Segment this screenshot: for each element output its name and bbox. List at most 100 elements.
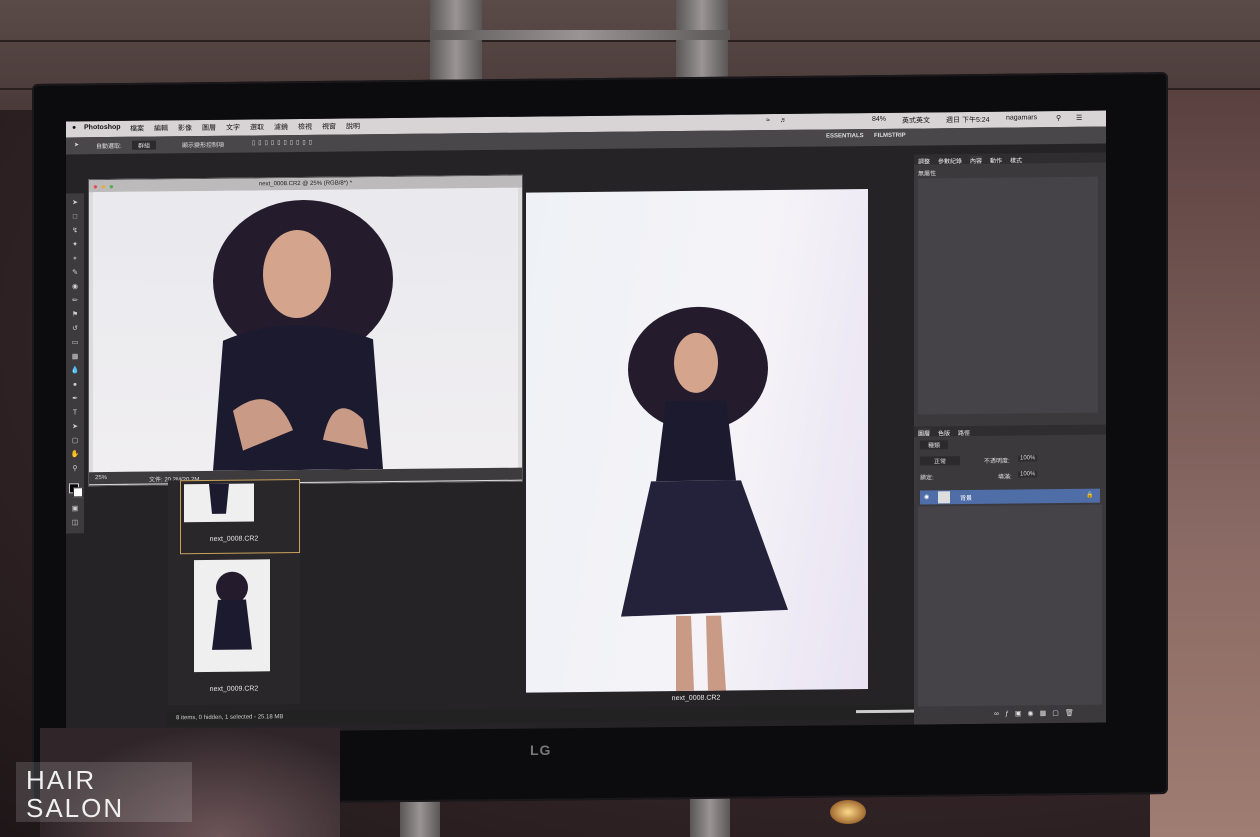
skirt (621, 480, 788, 617)
screen: ● Photoshop 檔案 編輯 影像 圖層 文字 選取 濾鏡 檢視 視窗 說… (66, 110, 1106, 734)
user-name[interactable]: nagamars (1006, 114, 1037, 121)
thumbnail-size-slider[interactable] (856, 709, 920, 714)
leg (676, 615, 694, 692)
brush-tool-icon[interactable]: ✏ (70, 297, 80, 305)
pen-tool-icon[interactable]: ✒ (70, 395, 80, 403)
clock[interactable]: 週日 下午5:24 (946, 115, 990, 125)
auto-select-dropdown[interactable]: 群組 (132, 140, 157, 150)
zoom-tool-icon[interactable]: ⚲ (70, 465, 80, 473)
eraser-icon[interactable]: ▭ (70, 339, 80, 347)
layer-actions-icons[interactable]: ∞ƒ▣◉▦▢🗑 (994, 709, 1080, 718)
clone-stamp-icon[interactable]: ⚑ (70, 311, 80, 319)
tab-styles[interactable]: 樣式 (1010, 155, 1022, 164)
truss-stand (400, 796, 440, 837)
menu-file[interactable]: 檔案 (130, 124, 144, 134)
hand-tool-icon[interactable]: ✋ (70, 451, 80, 459)
background-color[interactable] (73, 487, 83, 498)
tab-actions[interactable]: 動作 (990, 156, 1002, 165)
tab-adjustments[interactable]: 調整 (918, 156, 930, 165)
properties-tabs: 調整 參數紀錄 內容 動作 樣式 (914, 152, 1106, 166)
eye-icon[interactable]: ◉ (924, 493, 929, 500)
align-icons[interactable]: ▯▯▯▯▯▯▯▯▯▯ (252, 139, 315, 147)
tab-paths[interactable]: 路徑 (958, 428, 970, 437)
screen-mode-icon[interactable]: ◫ (70, 519, 80, 527)
layer-row-background[interactable]: ◉ 背景 🔒 (920, 488, 1100, 505)
tab-history[interactable]: 參數紀錄 (938, 156, 962, 165)
tab-properties[interactable]: 內容 (970, 155, 983, 165)
zoom-level[interactable]: 25% (95, 475, 107, 481)
eyedropper-icon[interactable]: ✎ (70, 269, 80, 277)
thumbnail-next-0009[interactable] (194, 559, 270, 673)
crop-tool-icon[interactable]: ⌖ (70, 255, 80, 263)
move-tool-icon[interactable]: ➤ (74, 141, 79, 148)
filmstrip-status-bar: 8 items, 0 hidden, 1 selected - 25.18 MB (166, 704, 926, 727)
tab-layers[interactable]: 圖層 (918, 428, 931, 438)
spotlight-icon[interactable]: ⚲ (1056, 114, 1061, 122)
menu-image[interactable]: 影像 (178, 123, 192, 133)
menu-window[interactable]: 視窗 (322, 122, 336, 132)
menu-select[interactable]: 選取 (250, 122, 264, 132)
path-select-icon[interactable]: ➤ (70, 423, 80, 431)
tools-panel: ➤ □ ↯ ✦ ⌖ ✎ ◉ ✏ ⚑ ↺ ▭ ▦ 💧 ● ✒ T ➤ ▢ ✋ ⚲ … (66, 193, 84, 534)
truss-stand (690, 796, 730, 837)
thumbnail-label: next_0008.CR2 (209, 535, 259, 543)
lasso-tool-icon[interactable]: ↯ (70, 227, 80, 235)
leg (706, 615, 726, 691)
monitor-brand: LG (530, 742, 552, 758)
close-icon[interactable]: ● (93, 182, 98, 191)
document-window: next_0008.CR2 @ 25% (RGB/8*) * ● ● ● 25%… (88, 174, 523, 487)
type-tool-icon[interactable]: T (70, 409, 80, 417)
layers-body (918, 504, 1102, 707)
menu-type[interactable]: 文字 (226, 123, 240, 133)
menu-app[interactable]: Photoshop (84, 124, 121, 131)
selection-status: 8 items, 0 hidden, 1 selected - 25.18 MB (176, 714, 284, 722)
notification-icon[interactable]: ☰ (1076, 114, 1082, 122)
menu-help[interactable]: 說明 (346, 121, 360, 131)
marquee-tool-icon[interactable]: □ (70, 213, 80, 221)
no-properties-text: 無屬性 (918, 171, 937, 178)
blur-tool-icon[interactable]: 💧 (70, 367, 80, 375)
gradient-icon[interactable]: ▦ (70, 353, 80, 361)
right-panel-dock: 調整 參數紀錄 內容 動作 樣式 無屬性 圖層 色版 路徑 種類 正常 不透明度… (914, 152, 1106, 725)
blend-mode-dropdown[interactable]: 正常 (920, 456, 961, 466)
layer-filter-dropdown[interactable]: 種類 (920, 440, 949, 450)
opacity-label: 不透明度: (984, 458, 1010, 465)
magic-wand-icon[interactable]: ✦ (70, 241, 80, 249)
preview-image[interactable] (526, 189, 868, 693)
volume-icon[interactable]: ♬ (780, 117, 787, 124)
history-brush-icon[interactable]: ↺ (70, 325, 80, 333)
thumbnail-image (212, 571, 252, 650)
workspace-essentials[interactable]: ESSENTIALS (826, 133, 864, 139)
lock-icon: 🔒 (1086, 492, 1094, 499)
watermark-logo: HAIR SALON (16, 762, 192, 822)
tab-channels[interactable]: 色版 (938, 428, 950, 437)
workspace-filmstrip[interactable]: FILMSTRIP (874, 133, 906, 139)
shape-tool-icon[interactable]: ▢ (70, 437, 80, 445)
minimize-icon[interactable]: ● (101, 182, 106, 191)
model-photo (213, 199, 393, 471)
zoom-icon[interactable]: ● (109, 182, 114, 191)
apple-icon[interactable]: ● (72, 124, 76, 131)
move-tool-icon[interactable]: ➤ (70, 199, 80, 207)
quick-mask-icon[interactable]: ▣ (70, 505, 80, 513)
input-method[interactable]: 英式英文 (902, 115, 930, 125)
properties-body (918, 176, 1098, 415)
wifi-icon[interactable]: ≈ (766, 117, 770, 124)
fill-label: 填滿: (998, 474, 1012, 481)
menu-edit[interactable]: 編輯 (154, 123, 168, 133)
show-transform-label[interactable]: 顯示變形控制項 (182, 140, 224, 149)
face (674, 332, 718, 393)
layer-name[interactable]: 背景 (960, 493, 972, 502)
opacity-field[interactable]: 100% (1018, 455, 1038, 462)
menu-layer[interactable]: 圖層 (202, 123, 216, 133)
document-canvas[interactable] (93, 187, 518, 473)
battery-status[interactable]: 84% (872, 116, 886, 123)
menu-filter[interactable]: 濾鏡 (274, 122, 288, 132)
healing-brush-icon[interactable]: ◉ (70, 283, 80, 291)
thumbnail-label: next_0009.CR2 (209, 685, 259, 693)
dodge-tool-icon[interactable]: ● (70, 381, 80, 389)
fill-field[interactable]: 100% (1018, 471, 1038, 478)
dress (213, 325, 383, 471)
menu-view[interactable]: 檢視 (298, 122, 312, 132)
filmstrip-panel: next_0008.CR2 next_0009.CR2 (168, 478, 300, 706)
